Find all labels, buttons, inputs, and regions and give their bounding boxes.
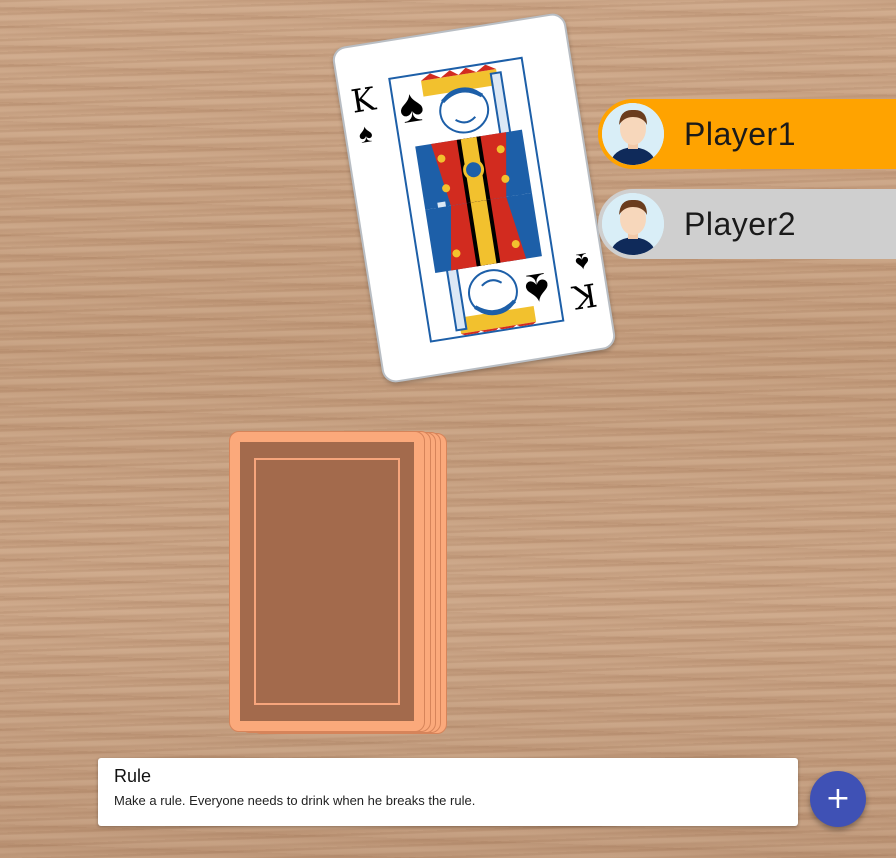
card-rank-top: K	[348, 79, 379, 121]
current-card: K ♠ ♠ ♠ ♠ K	[330, 11, 618, 385]
card-back-border	[254, 458, 400, 705]
card-back	[240, 442, 414, 721]
player-row-1[interactable]: Player1	[598, 99, 896, 169]
rule-panel: Rule Make a rule. Everyone needs to drin…	[98, 758, 798, 826]
add-button[interactable]: +	[810, 771, 866, 827]
player-row-2[interactable]: Player2	[598, 189, 896, 259]
game-table: K ♠ ♠ ♠ ♠ K Player1 Player2 Rule Make a …	[0, 0, 896, 858]
player-name: Player2	[684, 205, 796, 242]
card-rank-bottom: K	[569, 275, 600, 317]
draw-pile[interactable]	[229, 431, 447, 734]
rule-title: Rule	[114, 766, 152, 786]
player-name: Player1	[684, 115, 796, 152]
avatar-icon	[602, 193, 664, 255]
deck-top-card[interactable]	[229, 431, 425, 732]
spade-icon: ♠	[356, 117, 375, 150]
rule-description: Make a rule. Everyone needs to drink whe…	[114, 793, 476, 808]
avatar-icon	[602, 103, 664, 165]
spade-icon: ♠	[573, 246, 592, 279]
plus-icon: +	[825, 781, 851, 816]
